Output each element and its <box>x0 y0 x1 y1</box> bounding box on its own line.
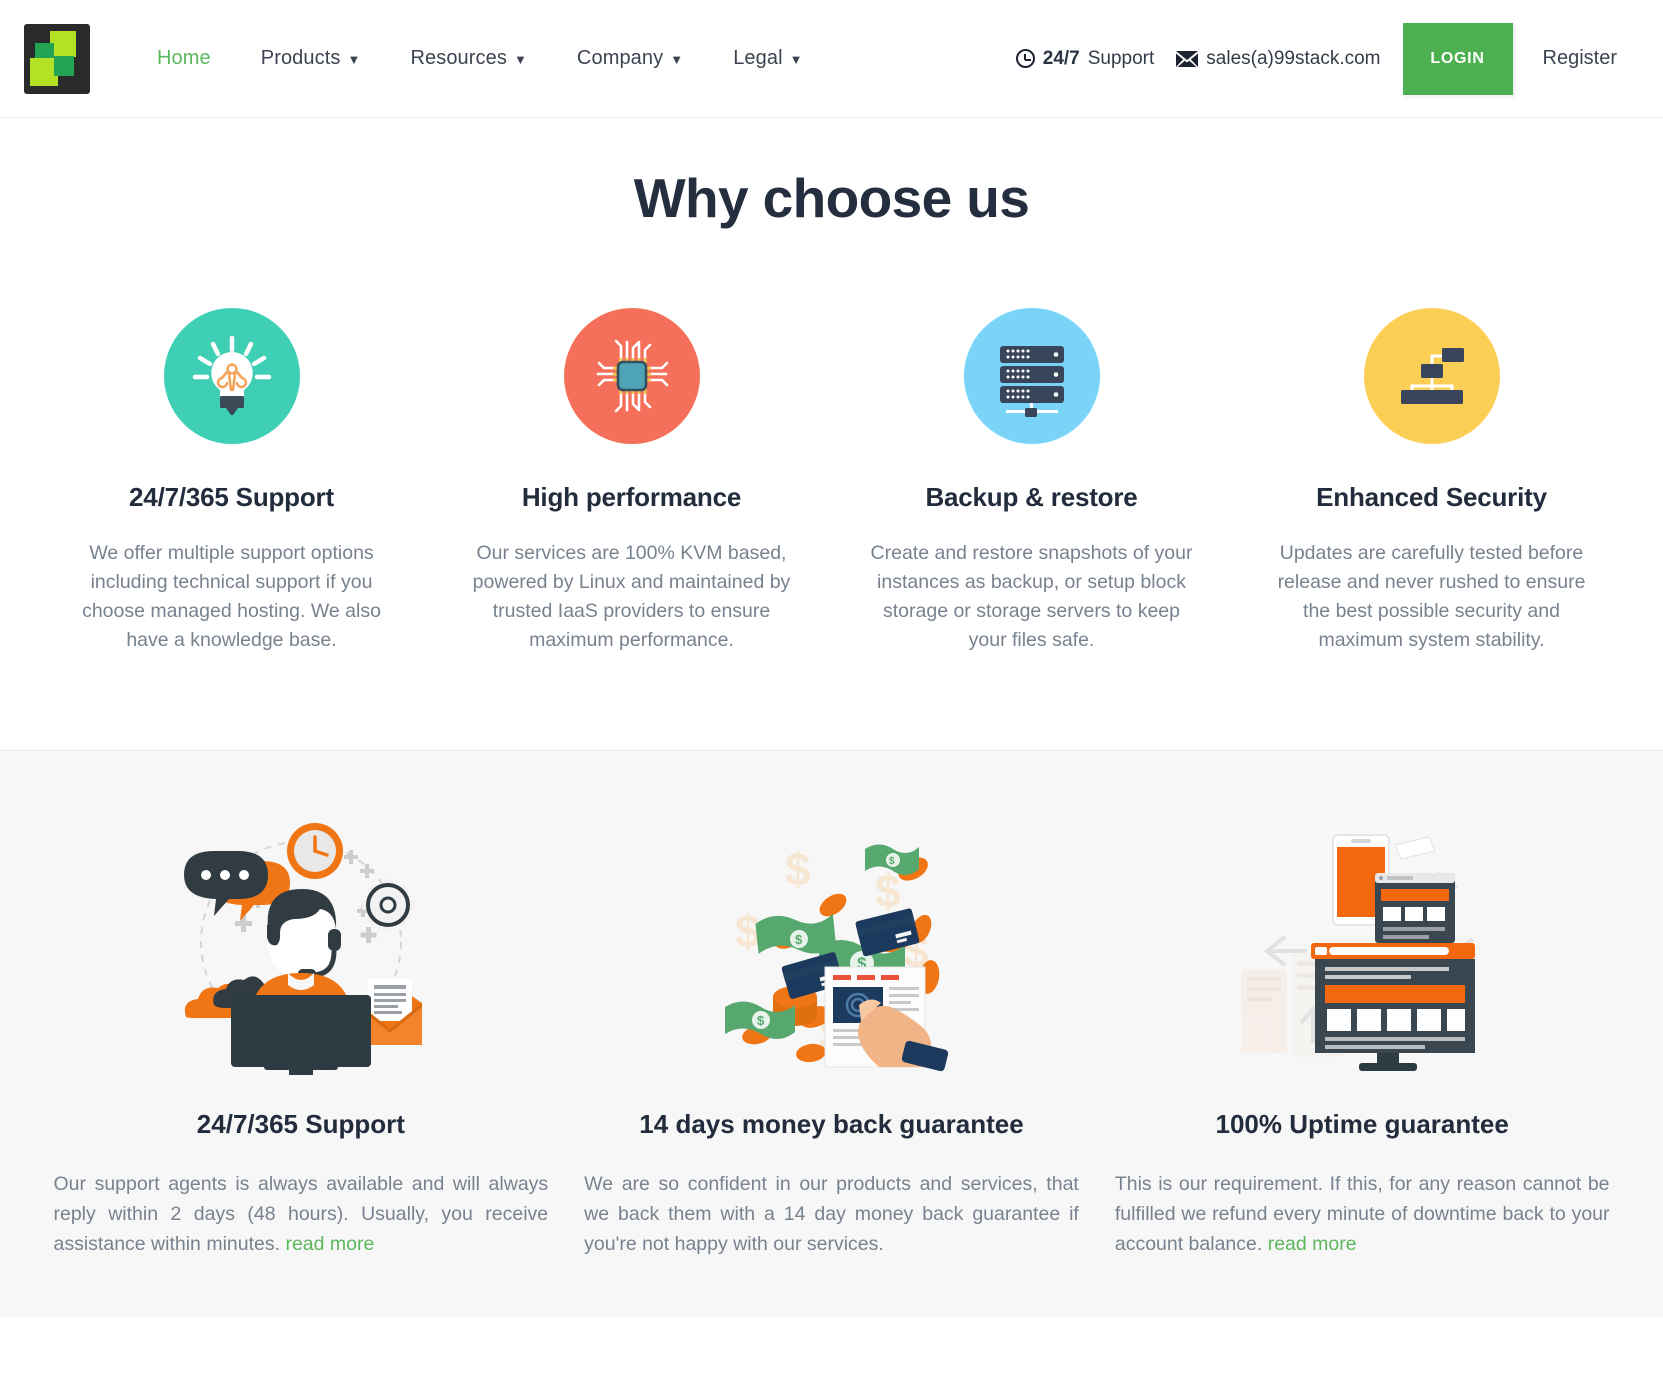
brand-logo[interactable] <box>24 23 90 94</box>
feature-title: 24/7/365 Support <box>129 482 334 512</box>
lightbulb-icon <box>163 308 300 444</box>
nav-item-company[interactable]: Company ▼ <box>552 47 708 70</box>
guarantee-card-uptime: 100% Uptime guarantee This is our requir… <box>1097 817 1628 1259</box>
support-hours: 24/7 <box>1042 47 1080 69</box>
nav-label-legal: Legal <box>733 47 783 69</box>
site-header: Home Products ▼ Resources ▼ Company ▼ Le… <box>0 0 1663 118</box>
nav-item-legal[interactable]: Legal ▼ <box>708 47 827 70</box>
envelope-icon <box>1176 50 1199 67</box>
feature-text: Create and restore snapshots of your ins… <box>870 542 1193 651</box>
guarantee-body: This is our requirement. If this, for an… <box>1114 1173 1610 1255</box>
chevron-down-icon: ▼ <box>513 52 527 67</box>
main-navigation: Home Products ▼ Resources ▼ Company ▼ Le… <box>132 47 828 70</box>
svg-text:$: $ <box>785 843 811 895</box>
feature-card-performance: High performance Our services are 100% K… <box>432 308 832 654</box>
email-address: sales(a)99stack.com <box>1206 47 1381 69</box>
guarantee-card-support: 24/7/365 Support Our support agents is a… <box>36 817 567 1259</box>
feature-text: Our services are 100% KVM based, powered… <box>472 542 791 651</box>
login-button[interactable]: LOGIN <box>1402 22 1513 95</box>
why-choose-us-section: Why choose us 24/7/365 Support We offer … <box>0 118 1663 751</box>
svg-text:$: $ <box>889 856 895 867</box>
logo-square-4 <box>54 55 74 76</box>
nav-label-resources: Resources <box>410 47 507 69</box>
guarantee-text: Our support agents is always available a… <box>54 1170 549 1259</box>
support-label: Support <box>1087 47 1155 69</box>
read-more-link[interactable]: read more <box>1268 1233 1357 1255</box>
responsive-devices-illustration <box>1115 817 1610 1072</box>
guarantees-row: 24/7/365 Support Our support agents is a… <box>22 817 1642 1259</box>
guarantee-text: We are so confident in our products and … <box>584 1170 1079 1259</box>
nav-label-company: Company <box>576 47 664 69</box>
feature-text: We offer multiple support options includ… <box>82 542 381 651</box>
support-agent-illustration <box>54 817 549 1076</box>
support-info[interactable]: 24/7 Support <box>1015 47 1155 70</box>
money-back-illustration: $ $ $ $ $ $ $ $ <box>584 817 1079 1072</box>
register-link[interactable]: Register <box>1513 47 1641 70</box>
server-rack-icon <box>963 308 1100 444</box>
feature-title: Backup & restore <box>925 482 1138 512</box>
chevron-down-icon: ▼ <box>789 52 803 67</box>
features-row: 24/7/365 Support We offer multiple suppo… <box>22 308 1642 654</box>
guarantee-text: This is our requirement. If this, for an… <box>1115 1170 1610 1259</box>
nav-item-resources[interactable]: Resources ▼ <box>385 47 551 70</box>
nav-label-home: Home <box>157 47 211 69</box>
svg-text:$: $ <box>795 932 803 947</box>
guarantee-body: We are so confident in our products and … <box>584 1173 1079 1255</box>
guarantee-card-moneyback: $ $ $ $ $ $ $ $ 14 days money back guara… <box>566 817 1097 1259</box>
nav-item-home[interactable]: Home <box>132 47 236 70</box>
email-info[interactable]: sales(a)99stack.com <box>1176 47 1381 70</box>
feature-card-backup: Backup & restore Create and restore snap… <box>832 308 1232 654</box>
page-title: Why choose us <box>633 167 1030 229</box>
nav-label-products: Products <box>260 47 341 69</box>
guarantee-title: 100% Uptime guarantee <box>1215 1109 1509 1140</box>
feature-title: Enhanced Security <box>1316 482 1547 512</box>
read-more-link[interactable]: read more <box>285 1233 374 1255</box>
cpu-chip-icon <box>563 308 700 444</box>
guarantees-section: 24/7/365 Support Our support agents is a… <box>0 750 1663 1318</box>
chevron-down-icon: ▼ <box>670 52 684 67</box>
guarantee-title: 24/7/365 Support <box>196 1109 405 1140</box>
clock-icon <box>1015 49 1035 68</box>
guarantee-title: 14 days money back guarantee <box>639 1109 1024 1140</box>
feature-card-security: Enhanced Security Updates are carefully … <box>1232 308 1632 654</box>
header-right-group: 24/7 Support sales(a)99stack.com LOGIN R… <box>1015 0 1641 117</box>
network-tree-icon <box>1363 308 1500 444</box>
feature-card-support: 24/7/365 Support We offer multiple suppo… <box>32 308 432 654</box>
nav-item-products[interactable]: Products ▼ <box>236 47 386 70</box>
feature-title: High performance <box>521 482 742 512</box>
chevron-down-icon: ▼ <box>347 52 361 67</box>
feature-text: Updates are carefully tested before rele… <box>1277 542 1586 651</box>
svg-text:$: $ <box>757 1013 765 1028</box>
